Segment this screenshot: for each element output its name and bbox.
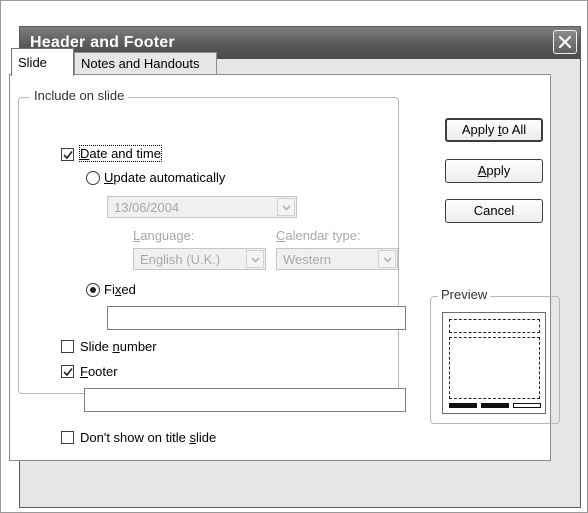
tab-slide-label: Slide xyxy=(18,55,47,70)
dont-show-title-slide-label[interactable]: Don't show on title slide xyxy=(80,430,216,445)
apply-to-all-button[interactable]: Apply to All xyxy=(445,118,543,142)
check-icon xyxy=(63,151,73,160)
cancel-button[interactable]: Cancel xyxy=(445,199,543,223)
language-arrow xyxy=(246,250,264,268)
tab-slide[interactable]: Slide xyxy=(11,48,74,76)
footer-input[interactable] xyxy=(84,388,406,412)
fixed-label[interactable]: Fixed xyxy=(104,282,136,297)
fixed-radio[interactable] xyxy=(86,283,100,297)
chevron-down-icon xyxy=(282,205,291,211)
calendar-type-arrow xyxy=(378,250,396,268)
update-automatically-radio[interactable] xyxy=(86,171,100,185)
date-format-arrow xyxy=(277,198,295,216)
chevron-down-icon xyxy=(251,257,260,263)
apply-button[interactable]: Apply xyxy=(445,159,543,183)
slide-number-label[interactable]: Slide number xyxy=(80,339,157,354)
date-time-label[interactable]: Date and time xyxy=(79,145,162,162)
update-automatically-label[interactable]: Update automatically xyxy=(104,170,225,185)
language-value: English (U.K.) xyxy=(140,252,221,267)
tab-notes-label: Notes and Handouts xyxy=(81,56,200,71)
close-icon xyxy=(558,35,572,49)
preview-number-placeholder xyxy=(513,403,541,408)
calendar-type-value: Western xyxy=(283,252,332,267)
preview-date-placeholder xyxy=(449,403,477,408)
chevron-down-icon xyxy=(383,257,392,263)
fixed-date-input[interactable] xyxy=(107,306,406,330)
language-label: Language: xyxy=(133,228,195,243)
include-on-slide-group xyxy=(18,97,399,394)
date-time-checkbox[interactable] xyxy=(61,148,74,161)
footer-label[interactable]: Footer xyxy=(80,364,118,379)
check-icon xyxy=(63,368,73,377)
preview-body-placeholder xyxy=(449,337,540,399)
language-dropdown[interactable]: English (U.K.) xyxy=(133,248,266,270)
footer-checkbox[interactable] xyxy=(61,365,74,378)
close-button[interactable] xyxy=(553,30,577,54)
date-format-dropdown[interactable]: 13/06/2004 xyxy=(107,196,297,218)
tab-notes-and-handouts[interactable]: Notes and Handouts xyxy=(74,52,217,74)
preview-title-placeholder xyxy=(449,319,540,333)
preview-footer-placeholder xyxy=(481,403,509,408)
preview-label: Preview xyxy=(438,287,491,302)
date-format-value: 13/06/2004 xyxy=(114,200,180,215)
radio-selected-dot xyxy=(90,287,96,293)
slide-number-checkbox[interactable] xyxy=(61,340,74,353)
calendar-type-label: Calendar type: xyxy=(276,228,361,243)
dont-show-title-slide-checkbox[interactable] xyxy=(61,431,74,444)
calendar-type-dropdown[interactable]: Western xyxy=(276,248,398,270)
include-on-slide-label: Include on slide xyxy=(30,88,129,103)
slide-preview-thumbnail xyxy=(442,312,546,414)
